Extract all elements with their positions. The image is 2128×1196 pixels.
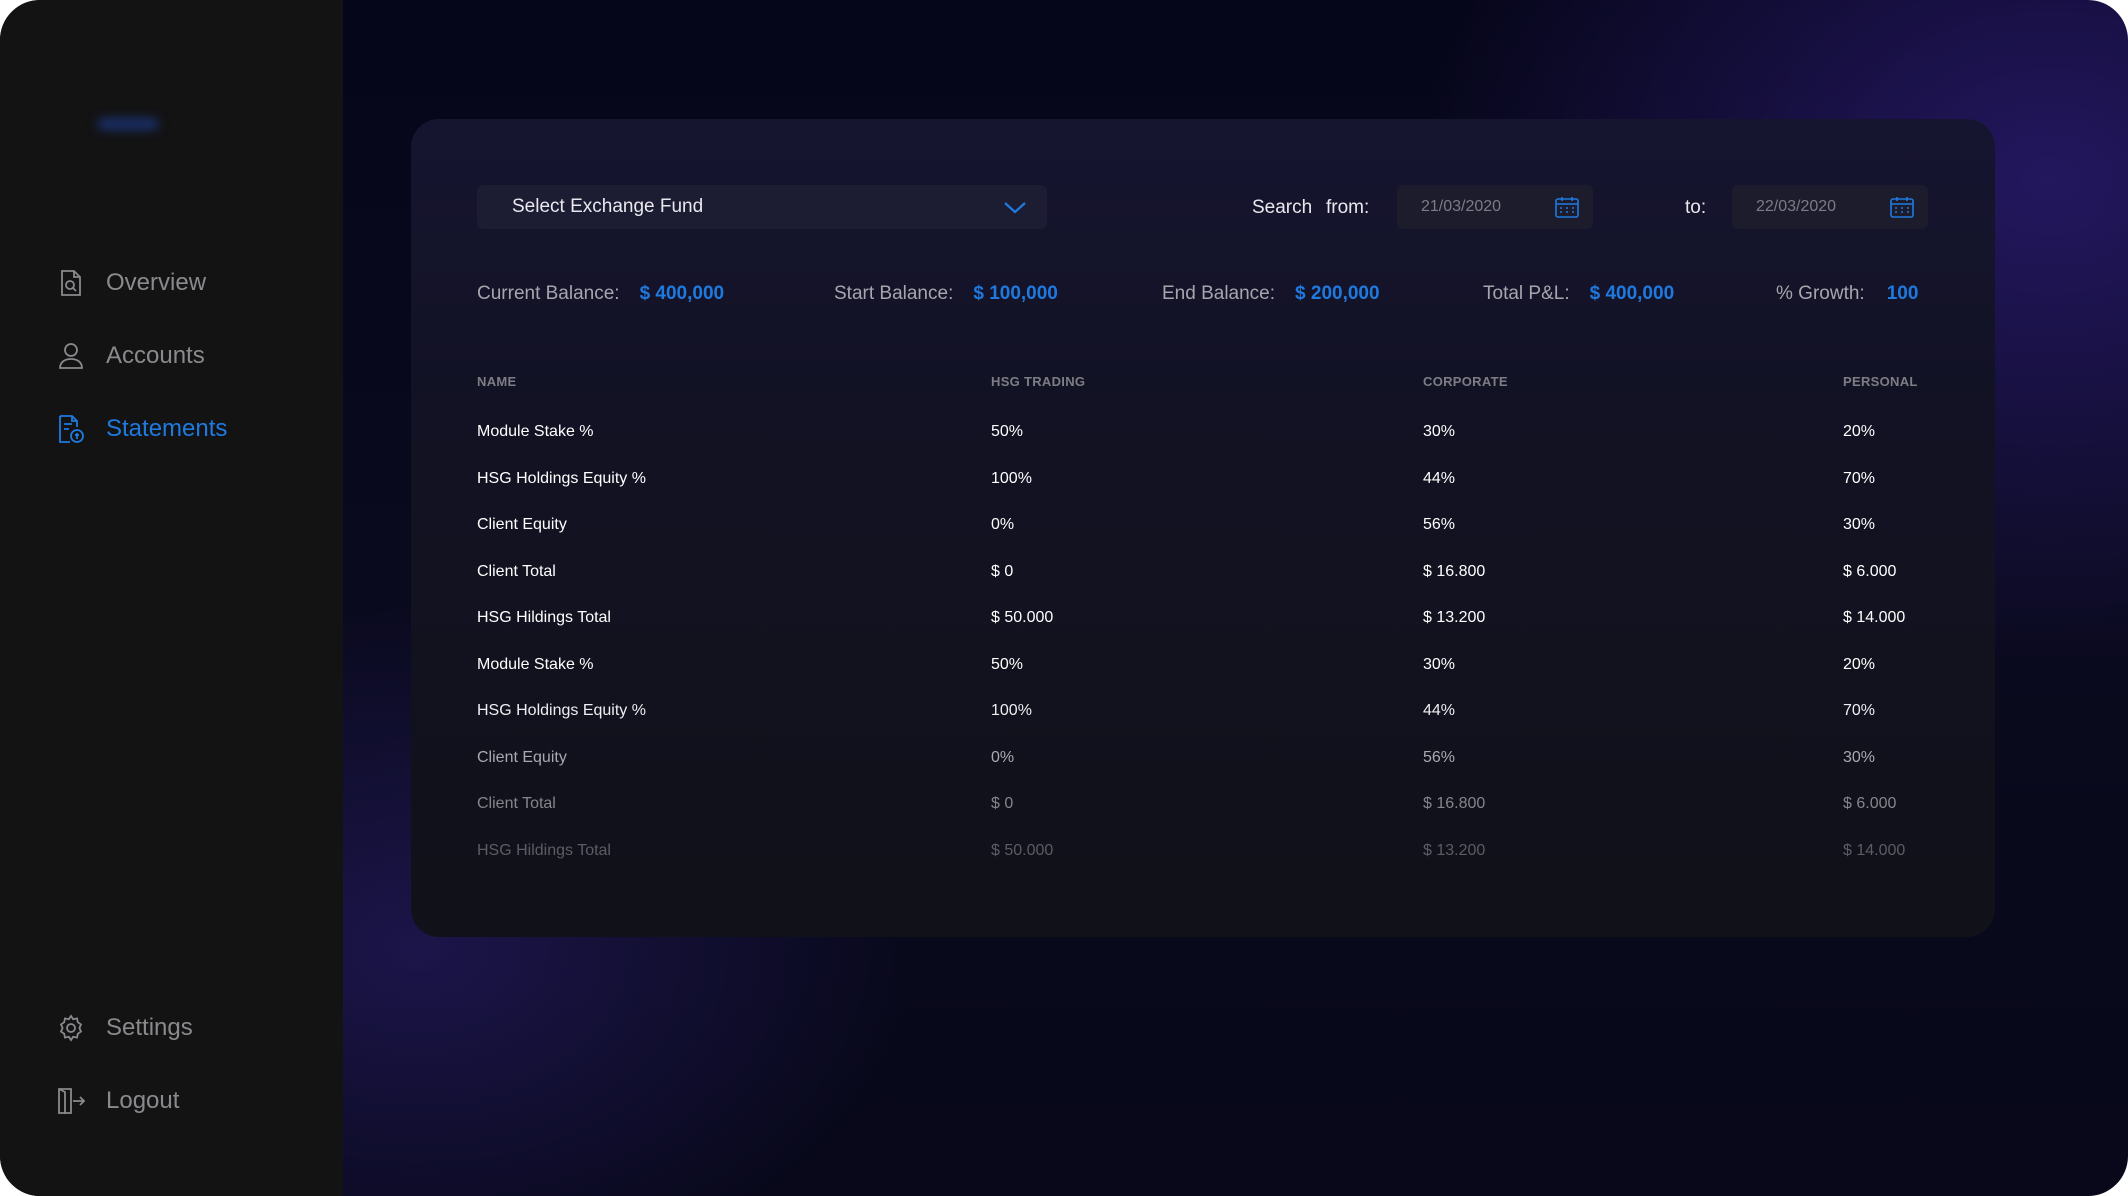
- stat-end-balance: End Balance: $ 200,000: [1162, 283, 1380, 305]
- select-value: Select Exchange Fund: [512, 196, 704, 217]
- user-icon: [56, 341, 86, 371]
- table-cell: Client Equity: [477, 516, 567, 533]
- table-cell: HSG Holdings Equity %: [477, 469, 646, 487]
- stat-start-balance: Start Balance: $ 100,000: [834, 283, 1058, 305]
- table-cell: 20%: [1843, 423, 1876, 440]
- nav-item-logout[interactable]: Logout: [56, 1083, 316, 1119]
- column-header-name: NAME: [477, 374, 517, 389]
- nav-item-settings[interactable]: Settings: [56, 1010, 316, 1046]
- stat-label: Total P&L:: [1483, 283, 1570, 304]
- stat-total-pl: Total P&L: $ 400,000: [1483, 283, 1674, 305]
- stat-label: Start Balance:: [834, 283, 954, 304]
- nav-item-overview[interactable]: Overview: [56, 265, 316, 301]
- column-header-personal: PERSONAL: [1843, 374, 1918, 389]
- table-cell: 30%: [1423, 423, 1456, 440]
- exchange-fund-select[interactable]: Select Exchange Fund: [477, 185, 1047, 229]
- nav-item-statements[interactable]: Statements: [56, 411, 316, 447]
- sidebar: Overview Accounts Statements Settings Lo…: [0, 0, 343, 1196]
- table-cell: HSG Hildings Total: [477, 841, 611, 859]
- nav-label: Settings: [106, 1014, 193, 1041]
- logout-icon: [56, 1086, 86, 1116]
- app-logo: [58, 84, 198, 136]
- search-label: Search: [1252, 197, 1313, 218]
- statements-panel: Select Exchange Fund Search from: 21/03/…: [411, 119, 1995, 937]
- table-cell: $ 50.000: [991, 609, 1054, 626]
- table-cell: 30%: [1843, 748, 1876, 766]
- to-date-input[interactable]: 22/03/2020: [1732, 185, 1928, 229]
- table-cell: HSG Holdings Equity %: [477, 702, 646, 719]
- table-cell: 44%: [1423, 469, 1456, 487]
- table-cell: 30%: [1843, 516, 1876, 533]
- table-cell: $ 0: [991, 562, 1014, 580]
- table-cell: 30%: [1423, 655, 1456, 673]
- from-label: from:: [1326, 197, 1370, 218]
- table-cell: $ 6.000: [1843, 562, 1897, 580]
- stat-value: 100: [1886, 283, 1919, 304]
- table-cell: $ 50.000: [991, 841, 1054, 859]
- table-cell: Module Stake %: [477, 655, 594, 673]
- stat-value: $ 200,000: [1295, 283, 1380, 304]
- table-cell: $ 14.000: [1843, 841, 1906, 859]
- column-header-hsg-trading: HSG TRADING: [991, 374, 1086, 389]
- app-window: Overview Accounts Statements Settings Lo…: [0, 0, 2128, 1196]
- table-cell: 0%: [991, 748, 1015, 766]
- nav-label: Statements: [106, 415, 228, 442]
- stat-value: $ 100,000: [973, 283, 1058, 304]
- to-label: to:: [1685, 197, 1707, 218]
- table-cell: $ 16.800: [1423, 562, 1486, 580]
- table-cell: 100%: [991, 469, 1032, 487]
- column-header-corporate: CORPORATE: [1423, 374, 1508, 389]
- from-date-input[interactable]: 21/03/2020: [1397, 185, 1593, 229]
- table-cell: 56%: [1423, 516, 1456, 533]
- calendar-icon[interactable]: [1890, 196, 1914, 223]
- table-cell: 0%: [991, 516, 1015, 533]
- stat-current-balance: Current Balance: $ 400,000: [477, 283, 724, 305]
- calendar-icon[interactable]: [1555, 196, 1579, 223]
- stat-label: End Balance:: [1162, 283, 1276, 304]
- statement-icon: [56, 414, 86, 444]
- table-cell: 100%: [991, 702, 1032, 719]
- nav-item-accounts[interactable]: Accounts: [56, 338, 316, 374]
- table-cell: $ 16.800: [1423, 795, 1486, 812]
- stat-value: $ 400,000: [1589, 283, 1675, 304]
- table-cell: Client Total: [477, 795, 556, 812]
- table-cell: $ 0: [991, 795, 1014, 812]
- stat-growth: % Growth: 100: [1776, 283, 1918, 305]
- nav-label: Logout: [106, 1087, 180, 1114]
- table-cell: 70%: [1843, 702, 1876, 719]
- to-date-value: 22/03/2020: [1756, 198, 1837, 215]
- stat-value: $ 400,000: [639, 283, 725, 304]
- table-cell: 56%: [1423, 748, 1456, 766]
- table-cell: $ 13.200: [1423, 841, 1486, 859]
- stat-label: % Growth:: [1776, 283, 1865, 304]
- from-date-value: 21/03/2020: [1421, 198, 1502, 215]
- table-cell: $ 6.000: [1843, 795, 1897, 812]
- table-cell: HSG Hildings Total: [477, 609, 611, 626]
- document-search-icon: [56, 268, 86, 298]
- gear-icon: [56, 1013, 86, 1043]
- table-cell: 50%: [991, 655, 1024, 673]
- stat-label: Current Balance:: [477, 283, 620, 304]
- table-cell: $ 13.200: [1423, 609, 1486, 626]
- table-cell: Client Equity: [477, 748, 567, 766]
- table-cell: 70%: [1843, 469, 1876, 487]
- table-cell: $ 14.000: [1843, 609, 1906, 626]
- table-cell: Client Total: [477, 562, 556, 580]
- table-cell: Module Stake %: [477, 423, 594, 440]
- nav-label: Accounts: [106, 342, 205, 369]
- table-cell: 50%: [991, 423, 1024, 440]
- chevron-down-icon: [1003, 197, 1027, 222]
- table-cell: 20%: [1843, 655, 1876, 673]
- table-cell: 44%: [1423, 702, 1456, 719]
- nav-label: Overview: [106, 269, 207, 296]
